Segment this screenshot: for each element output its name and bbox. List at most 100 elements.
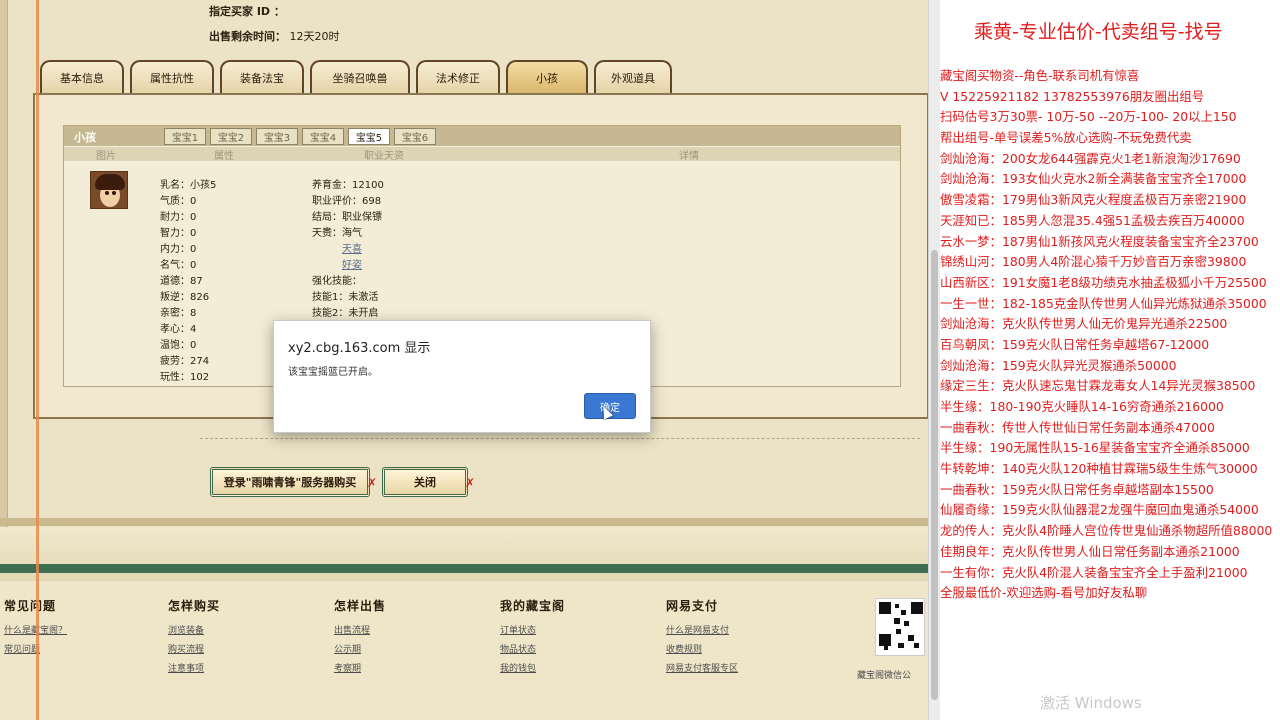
- footer-link[interactable]: 考察期: [334, 661, 386, 680]
- close-label: 关闭: [414, 476, 436, 489]
- windows-activation-watermark: 激活 Windows: [1040, 694, 1142, 712]
- overlay-line: 帮出组号-单号误差5%放心选购-不玩免费代卖: [940, 130, 1192, 146]
- footer-column: 怎样购买浏览装备 购买流程 注意事项: [168, 597, 220, 680]
- footer-link[interactable]: 什么是网易支付: [666, 623, 738, 642]
- baby-tab-3[interactable]: 宝宝3: [256, 128, 298, 145]
- overlay-line: 半生缘：190无属性队15-16星装备宝宝齐全通杀85000: [940, 440, 1250, 456]
- child-table-header: 图片 属性 职业天资 详情: [64, 147, 900, 162]
- overlay-line: 藏宝阁买物资--角色-联系司机有惊喜: [940, 68, 1140, 83]
- overlay-line: 一曲春秋：159克火队日常任务卓越塔副本15500: [940, 481, 1214, 497]
- overlay-line: 云水一梦：187男仙1新孩风克火程度装备宝宝齐全23700: [940, 233, 1259, 249]
- baby-tabs: 宝宝1 宝宝2 宝宝3 宝宝4 宝宝5 宝宝6: [164, 128, 436, 145]
- career-link[interactable]: 天喜: [312, 240, 384, 256]
- footer-link[interactable]: 我的钱包: [500, 661, 565, 680]
- career-row: 结局：职业保镖: [312, 212, 382, 223]
- tab-0[interactable]: 基本信息: [40, 60, 124, 94]
- x-icon: ✗: [465, 476, 476, 490]
- scrollbar-thumb[interactable]: [931, 250, 938, 700]
- footer-column: 网易支付 什么是网易支付 收费规则 网易支付客服专区: [666, 597, 738, 680]
- overlay-line: 剑灿沧海：200女龙644强霹克火1老1新浪淘沙17690: [940, 150, 1241, 166]
- career-row: 技能1：未激活: [312, 292, 379, 303]
- tab-3[interactable]: 坐骑召唤兽: [310, 60, 410, 94]
- baby-tab-1[interactable]: 宝宝1: [164, 128, 206, 145]
- sale-remaining-time-row: 出售剩余时间： 12天20时: [209, 28, 340, 44]
- column-career: 职业天资: [364, 151, 404, 162]
- footer-link[interactable]: 物品状态: [500, 642, 565, 661]
- login-server-buy-button[interactable]: 登录"雨啸青锋"服务器购买: [210, 467, 370, 497]
- footer-column-title: 怎样出售: [334, 599, 387, 613]
- overlay-line: V 15225921182 13782553976朋友圈出组号: [940, 88, 1205, 104]
- page-frame-left: [0, 0, 8, 540]
- baby-tab-6[interactable]: 宝宝6: [394, 128, 436, 145]
- footer-column: 我的藏宝阁 订单状态 物品状态 我的钱包: [500, 597, 565, 680]
- overlay-line: 傲雪凌霜：179男仙3新风克火程度孟极百万亲密21900: [940, 192, 1247, 208]
- career-row: 强化技能：: [312, 276, 362, 287]
- footer-link[interactable]: 出售流程: [334, 623, 386, 642]
- attribute-row: 亲密：8: [160, 308, 197, 319]
- tab-6[interactable]: 外观道具: [594, 60, 672, 94]
- attribute-row: 名气：0: [160, 260, 197, 271]
- dialog-title: xy2.cbg.163.com 显示: [288, 341, 431, 356]
- column-details: 详情: [679, 151, 699, 162]
- overlay-line: 半生缘：180-190克火睡队14-16穷奇通杀216000: [940, 399, 1224, 414]
- page-scrollbar[interactable]: [928, 0, 940, 720]
- overlay-line: 龙的传人：克火队4阶睡人宫位传世鬼仙通杀物超所值88000: [940, 523, 1273, 539]
- career-row: 技能2：未开启: [312, 308, 379, 319]
- column-attributes: 属性: [214, 151, 234, 162]
- child-panel-header: 小孩 宝宝1 宝宝2 宝宝3 宝宝4 宝宝5 宝宝6: [64, 126, 900, 146]
- overlay-line: 全服最低价-欢迎选购-看号加好友私聊: [940, 585, 1148, 601]
- overlay-line: 仙履奇缘：159克火队仙器混2龙强牛魔回血鬼通杀54000: [940, 502, 1259, 518]
- tab-2[interactable]: 装备法宝: [220, 60, 304, 94]
- attribute-row: 玩性：102: [160, 372, 210, 383]
- career-row: 天赉：海气: [312, 228, 362, 239]
- footer-link[interactable]: 购买流程: [168, 642, 220, 661]
- overlay-line: 天涯知已：185男人忽混35.4强51孟极去疾百万40000: [940, 212, 1245, 228]
- decorative-band: [0, 527, 928, 581]
- career-link[interactable]: 好姿: [312, 256, 384, 272]
- footer-column: 怎样出售出售流程 公示期 考察期: [334, 597, 386, 680]
- footer-column-title: 怎样购买: [168, 599, 221, 613]
- orange-guide-line: [36, 0, 39, 720]
- overlay-line: 百鸟朝凤：159克火队日常任务卓越塔67-12000: [940, 336, 1210, 352]
- attribute-row: 气质：0: [160, 196, 197, 207]
- footer-link[interactable]: 网易支付客服专区: [666, 661, 738, 680]
- overlay-line: 剑灿沧海：193女仙火克水2新全满装备宝宝齐全17000: [940, 171, 1247, 187]
- tab-4[interactable]: 法术修正: [416, 60, 500, 94]
- remaining-time-label: 出售剩余时间：: [209, 30, 286, 43]
- designated-buyer-row: 指定买家 ID ：: [209, 3, 285, 19]
- footer-link[interactable]: 公示期: [334, 642, 386, 661]
- overlay-line: 一生一世：182-185克金队传世男人仙异光炼狱通杀35000: [940, 295, 1267, 311]
- x-icon: ✗: [367, 476, 378, 490]
- close-button[interactable]: 关闭: [382, 467, 468, 497]
- footer-link[interactable]: 订单状态: [500, 623, 565, 642]
- overlay-line: 缘定三生：克火队速忘鬼甘霖龙毒女人14异光灵猴38500: [940, 378, 1256, 394]
- career-row: 养育金：12100: [312, 180, 384, 191]
- overlay-line: 一生有你：克火队4阶混人装备宝宝齐全上手盈利21000: [940, 564, 1248, 580]
- attribute-row: 疲劳：274: [160, 356, 210, 367]
- baby-tab-4[interactable]: 宝宝4: [302, 128, 344, 145]
- login-server-buy-label: 登录"雨啸青锋"服务器购买: [223, 476, 357, 489]
- footer-link[interactable]: 收费规则: [666, 642, 738, 661]
- attribute-row: 道德：87: [160, 276, 203, 287]
- dialog-message: 该宝宝摇篮已开启。: [288, 367, 378, 378]
- footer-link[interactable]: 注意事项: [168, 661, 220, 680]
- attribute-row: 叛逆：826: [160, 292, 210, 303]
- stream-text-overlay: 乘黄-专业估价-代卖组号-找号 藏宝阁买物资--角色-联系司机有惊喜 V 1522…: [940, 0, 1280, 720]
- overlay-line: 锦绣山河：180男人4阶混心猿千万妙音百万亲密39800: [940, 254, 1247, 270]
- footer-link[interactable]: 浏览装备: [168, 623, 220, 642]
- attribute-row: 孝心：4: [160, 324, 197, 335]
- baby-tab-5[interactable]: 宝宝5: [348, 128, 390, 145]
- panel-bottom-frame: [0, 518, 928, 526]
- tab-5[interactable]: 小孩: [506, 60, 588, 94]
- attribute-row: 智力：0: [160, 228, 197, 239]
- tab-1[interactable]: 属性抗性: [130, 60, 214, 94]
- overlay-line: 牛转乾坤：140克火队120种植甘霖瑞5级生生炼气30000: [940, 461, 1258, 477]
- overlay-lines: 藏宝阁买物资--角色-联系司机有惊喜 V 15225921182 13782553…: [940, 66, 1280, 604]
- overlay-title: 乘黄-专业估价-代卖组号-找号: [974, 21, 1223, 43]
- overlay-line: 剑灿沧海：克火队传世男人仙无价鬼异光通杀22500: [940, 316, 1228, 332]
- attribute-row: 乳名：小孩5: [160, 180, 217, 191]
- baby-tab-2[interactable]: 宝宝2: [210, 128, 252, 145]
- overlay-line: 扫码估号3万30票- 10万-50 --20万-100- 20以上150: [940, 109, 1237, 125]
- designated-buyer-label: 指定买家 ID ：: [209, 5, 285, 18]
- attribute-row: 内力：0: [160, 244, 197, 255]
